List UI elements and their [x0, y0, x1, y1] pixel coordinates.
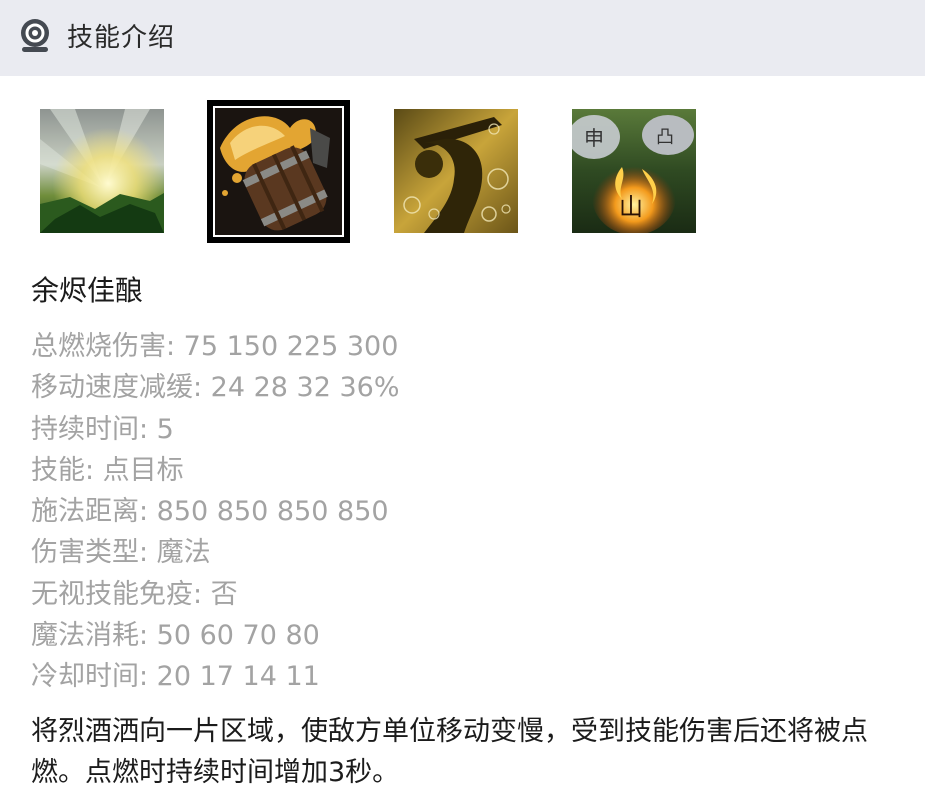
ability-stats-list: 总燃烧伤害: 75 150 225 300 移动速度减缓: 24 28 32 3… [31, 326, 400, 698]
stat-cast-range: 施法距离: 850 850 850 850 [31, 496, 389, 528]
svg-text:凸: 凸 [656, 127, 674, 148]
stat-mana-cost: 魔法消耗: 50 60 70 80 [31, 620, 320, 652]
skill-4-elemental-rune-icon[interactable]: 申 凸 山 [572, 109, 696, 233]
svg-text:山: 山 [619, 193, 643, 221]
stat-move-slow: 移动速度减缓: 24 28 32 36% [31, 372, 400, 404]
svg-text:申: 申 [584, 126, 604, 150]
skill-1-nature-burst-icon[interactable] [40, 109, 164, 233]
ability-name: 余烬佳酿 [31, 274, 144, 307]
stat-damage-type: 伤害类型: 魔法 [31, 537, 211, 569]
stat-pierces-immunity: 无视技能免疫: 否 [31, 578, 238, 610]
stat-total-burn-damage: 总燃烧伤害: 75 150 225 300 [31, 331, 399, 362]
skill-icon-row: 申 凸 山 [0, 0, 925, 260]
skill-2-ale-barrel-icon[interactable] [207, 100, 350, 243]
ability-description: 将烈酒洒向一片区域，使敌方单位移动变慢，受到技能伤害后还将被点燃。点燃时持续时间… [31, 716, 868, 788]
stat-targeting: 技能: 点目标 [31, 454, 184, 486]
skill-3-drunken-brawler-icon[interactable] [394, 109, 518, 233]
stat-duration: 持续时间: 5 [31, 413, 174, 445]
stat-cooldown: 冷却时间: 20 17 14 11 [31, 661, 320, 693]
